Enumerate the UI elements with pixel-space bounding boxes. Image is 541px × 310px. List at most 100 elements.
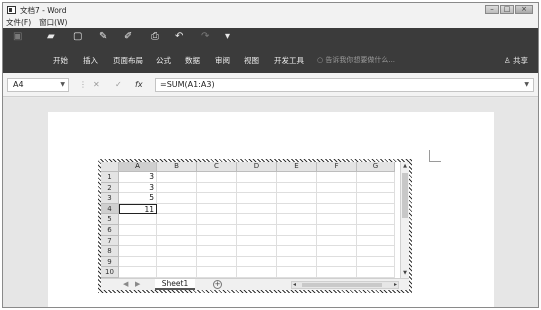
cell-d6[interactable]	[237, 225, 277, 236]
cell-c8[interactable]	[197, 246, 237, 257]
cell-c7[interactable]	[197, 235, 237, 247]
chevron-down-icon[interactable]: ▼	[60, 79, 65, 91]
cell-g5[interactable]	[357, 214, 395, 225]
tab-review[interactable]: 审阅	[215, 55, 230, 66]
cell-d1[interactable]	[237, 172, 277, 183]
cancel-icon[interactable]: ✕	[93, 78, 100, 92]
cell-f5[interactable]	[317, 214, 357, 225]
cell-d7[interactable]	[237, 235, 277, 247]
row-header-5[interactable]: 5	[101, 214, 119, 225]
cell-a1[interactable]: 3	[119, 172, 157, 183]
customize-toolbar-icon[interactable]: ▾	[225, 31, 230, 43]
tab-developer[interactable]: 开发工具	[274, 55, 304, 66]
enter-icon[interactable]: ✓	[115, 78, 122, 92]
insert-function-icon[interactable]: fx	[135, 78, 143, 92]
cell-a9[interactable]	[119, 256, 157, 268]
scroll-up-icon[interactable]: ▲	[401, 162, 409, 171]
prev-sheet-icon[interactable]: ◀	[123, 280, 128, 288]
cell-b4[interactable]	[157, 203, 197, 215]
cell-d3[interactable]	[237, 193, 277, 204]
more-options-icon[interactable]: ⋮	[79, 78, 87, 92]
cell-g3[interactable]	[357, 193, 395, 204]
open-folder-icon[interactable]: ▰	[47, 31, 55, 43]
cell-b7[interactable]	[157, 235, 197, 247]
cell-c2[interactable]	[197, 182, 237, 194]
cell-g4[interactable]	[357, 203, 395, 215]
cell-a7[interactable]	[119, 235, 157, 247]
cell-f4[interactable]	[317, 203, 357, 215]
horizontal-scrollbar[interactable]: ◂ ▸	[291, 281, 399, 289]
cell-b3[interactable]	[157, 193, 197, 204]
cell-c6[interactable]	[197, 225, 237, 236]
next-sheet-icon[interactable]: ▶	[135, 280, 140, 288]
cell-e4[interactable]	[277, 203, 317, 215]
cell-b2[interactable]	[157, 182, 197, 194]
clear-format-icon[interactable]: ✐	[124, 31, 132, 43]
tell-me-search[interactable]: ○ 告诉我你想要做什么...	[317, 55, 395, 65]
print-preview-icon[interactable]: ⎙	[151, 31, 159, 43]
cell-c3[interactable]	[197, 193, 237, 204]
cell-f3[interactable]	[317, 193, 357, 204]
redo-icon[interactable]: ↷	[201, 31, 209, 43]
horizontal-scroll-thumb[interactable]	[302, 283, 382, 287]
cell-e7[interactable]	[277, 235, 317, 247]
cell-f8[interactable]	[317, 246, 357, 257]
expand-formula-icon[interactable]: ▼	[524, 79, 529, 91]
cell-d9[interactable]	[237, 256, 277, 268]
menu-file[interactable]: 文件(F)	[6, 17, 31, 28]
tab-page-layout[interactable]: 页面布局	[113, 55, 143, 66]
cell-c1[interactable]	[197, 172, 237, 183]
share-button[interactable]: ♙ 共享	[504, 55, 528, 66]
embedded-spreadsheet[interactable]: A B C D E F G 1 3 2 3 3 5 4 11 5 6 7 8 9 10 ▲ ▼ ◀ ▶ Sheet1 +…	[98, 159, 412, 293]
cell-e6[interactable]	[277, 225, 317, 236]
vertical-scroll-thumb[interactable]	[402, 173, 408, 218]
cell-g6[interactable]	[357, 225, 395, 236]
row-header-4[interactable]: 4	[101, 203, 119, 215]
cell-b6[interactable]	[157, 225, 197, 236]
tab-view[interactable]: 视图	[244, 55, 259, 66]
vertical-scrollbar[interactable]: ▲ ▼	[400, 162, 409, 278]
column-header-f[interactable]: F	[317, 162, 357, 172]
cell-a10[interactable]	[119, 267, 157, 278]
cell-g2[interactable]	[357, 182, 395, 194]
scroll-left-icon[interactable]: ◂	[293, 281, 296, 288]
cell-c10[interactable]	[197, 267, 237, 278]
cell-f7[interactable]	[317, 235, 357, 247]
row-header-2[interactable]: 2	[101, 182, 119, 194]
cell-f9[interactable]	[317, 256, 357, 268]
cell-e3[interactable]	[277, 193, 317, 204]
column-header-a[interactable]: A	[119, 162, 157, 172]
row-header-9[interactable]: 9	[101, 256, 119, 268]
close-button[interactable]: ×	[515, 5, 533, 14]
cell-g10[interactable]	[357, 267, 395, 278]
column-header-d[interactable]: D	[237, 162, 277, 172]
document-page[interactable]: A B C D E F G 1 3 2 3 3 5 4 11 5 6 7 8 9 10 ▲ ▼ ◀ ▶ Sheet1 +…	[48, 112, 494, 307]
save-icon[interactable]: ▣	[13, 31, 22, 43]
cell-e10[interactable]	[277, 267, 317, 278]
name-box[interactable]: A4 ▼	[7, 78, 69, 92]
cell-b5[interactable]	[157, 214, 197, 225]
cell-a4[interactable]: 11	[119, 203, 157, 215]
cell-d2[interactable]	[237, 182, 277, 194]
maximize-button[interactable]: □	[500, 5, 514, 14]
cell-g9[interactable]	[357, 256, 395, 268]
cell-g1[interactable]	[357, 172, 395, 183]
cell-a8[interactable]	[119, 246, 157, 257]
row-header-1[interactable]: 1	[101, 172, 119, 183]
cell-f2[interactable]	[317, 182, 357, 194]
cell-c4[interactable]	[197, 203, 237, 215]
row-header-7[interactable]: 7	[101, 235, 119, 247]
cell-d4[interactable]	[237, 203, 277, 215]
row-header-6[interactable]: 6	[101, 225, 119, 236]
tab-formulas[interactable]: 公式	[156, 55, 171, 66]
row-header-8[interactable]: 8	[101, 246, 119, 257]
minimize-button[interactable]: –	[485, 5, 499, 14]
formula-input[interactable]: =SUM(A1:A3) ▼	[155, 78, 534, 92]
cell-g7[interactable]	[357, 235, 395, 247]
cell-f6[interactable]	[317, 225, 357, 236]
cell-c9[interactable]	[197, 256, 237, 268]
new-document-icon[interactable]: ▢	[73, 31, 82, 43]
menu-window[interactable]: 窗口(W)	[39, 17, 67, 28]
cell-d8[interactable]	[237, 246, 277, 257]
column-header-e[interactable]: E	[277, 162, 317, 172]
